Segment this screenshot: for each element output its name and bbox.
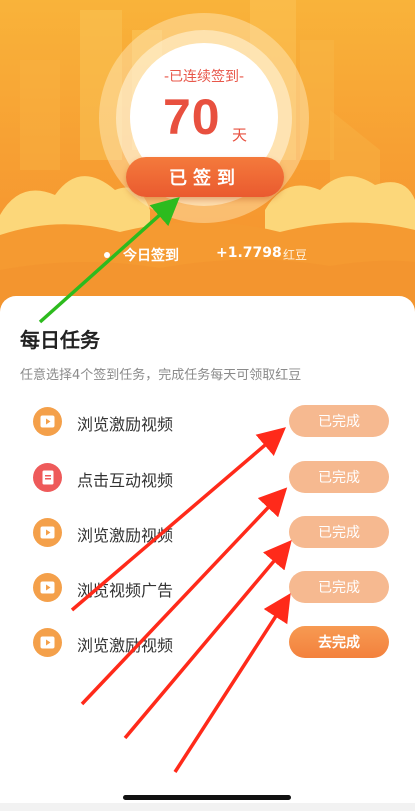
bottom-edge (0, 803, 415, 811)
play-video-icon (33, 573, 62, 602)
task-label: 浏览激励视频 (77, 526, 174, 545)
task-completed-button[interactable]: 已完成 (289, 571, 389, 603)
task-completed-button[interactable]: 已完成 (289, 461, 389, 493)
task-label: 浏览激励视频 (77, 415, 174, 434)
play-video-icon (33, 518, 62, 547)
streak-unit: 天 (232, 126, 248, 144)
sign-in-hero: -已连续签到- 70 天 已签到 今日签到 +1.7798 红豆 (0, 0, 415, 330)
streak-days: 70 (163, 89, 221, 145)
play-video-icon (33, 407, 62, 436)
home-indicator[interactable] (123, 795, 291, 800)
go-complete-button[interactable]: 去完成 (289, 626, 389, 658)
streak-label: -已连续签到- (163, 69, 245, 85)
reward-unit: 红豆 (283, 248, 308, 262)
daily-tasks-subtitle: 任意选择4个签到任务，完成任务每天可领取红豆 (20, 368, 302, 383)
task-item: 浏览激励视频 已完成 (0, 513, 415, 553)
task-label: 浏览视频广告 (77, 581, 174, 600)
today-dot-icon (104, 252, 110, 258)
daily-tasks-title: 每日任务 (20, 328, 100, 352)
task-item: 浏览激励视频 去完成 (0, 623, 415, 663)
task-completed-button[interactable]: 已完成 (289, 405, 389, 437)
task-completed-button[interactable]: 已完成 (289, 516, 389, 548)
task-item: 浏览激励视频 已完成 (0, 402, 415, 442)
reward-value: +1.7798 (216, 245, 282, 261)
task-item: 浏览视频广告 已完成 (0, 568, 415, 608)
today-reward-row: 今日签到 +1.7798 红豆 (0, 245, 415, 267)
daily-tasks-card: 每日任务 任意选择4个签到任务，完成任务每天可领取红豆 浏览激励视频 已完成 点… (0, 296, 415, 811)
task-label: 点击互动视频 (77, 471, 174, 490)
task-label: 浏览激励视频 (77, 636, 174, 655)
task-item: 点击互动视频 已完成 (0, 458, 415, 498)
signed-in-button[interactable]: 已签到 (126, 157, 284, 197)
play-video-icon (33, 628, 62, 657)
document-icon (33, 463, 62, 492)
today-label: 今日签到 (123, 248, 179, 264)
